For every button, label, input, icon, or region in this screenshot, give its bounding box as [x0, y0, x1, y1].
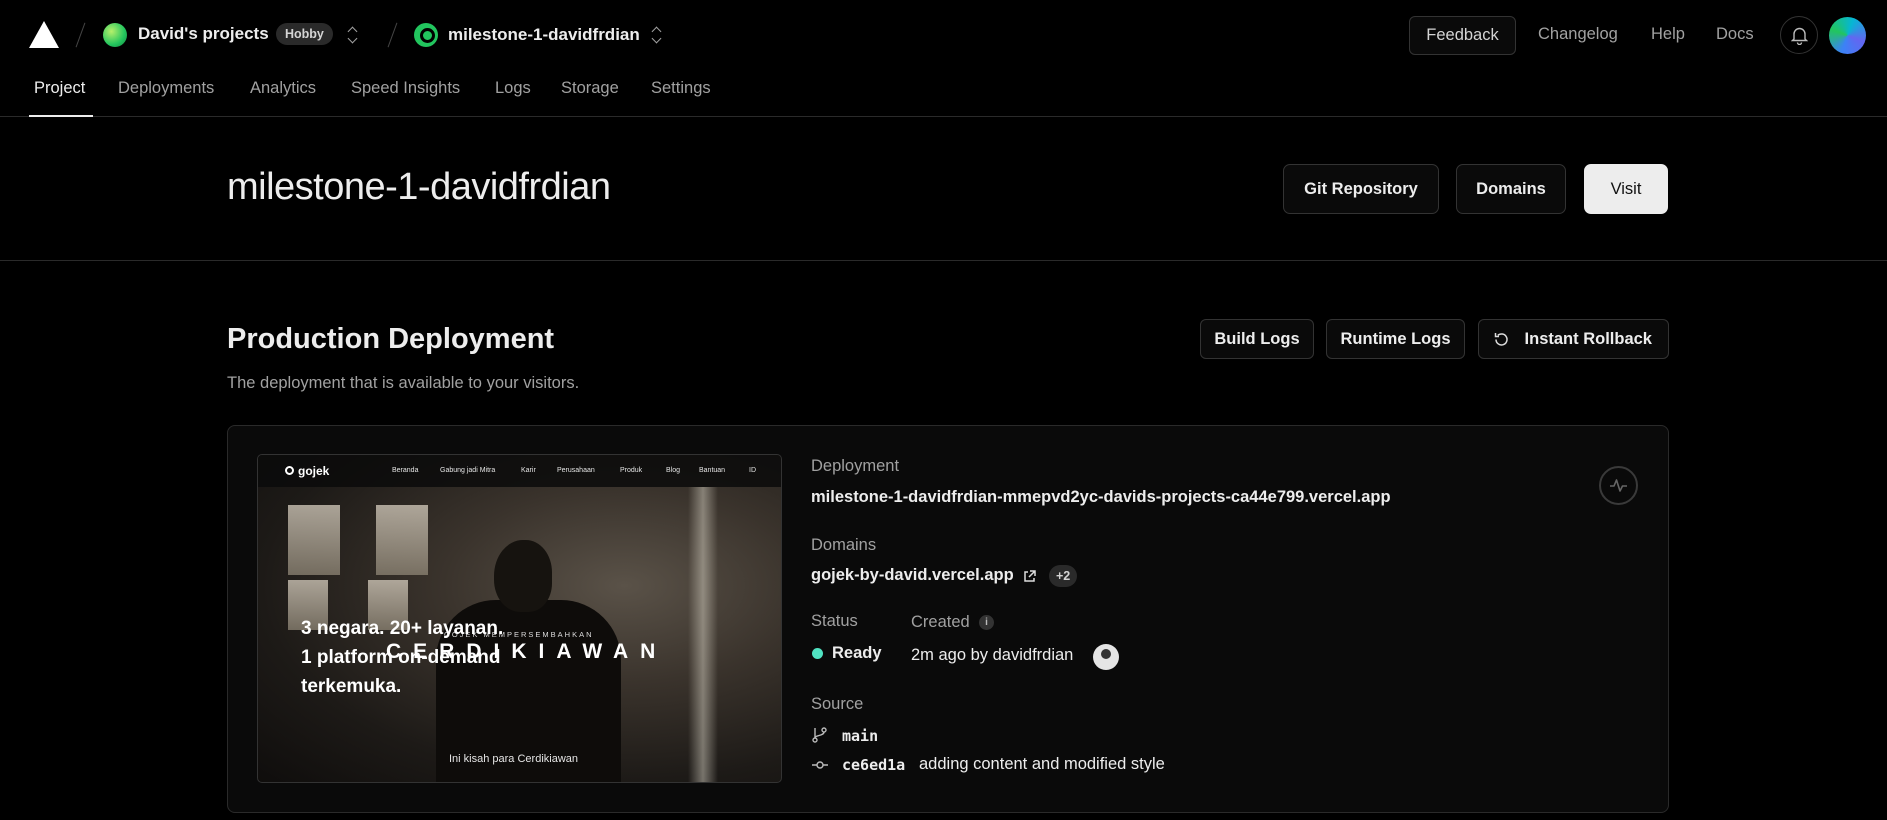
- team-switcher-icon[interactable]: [347, 25, 359, 45]
- instant-rollback-button[interactable]: Instant Rollback: [1478, 319, 1669, 359]
- top-navigation-bar: David's projects Hobby milestone-1-david…: [0, 0, 1887, 70]
- page-title: milestone-1-davidfrdian: [227, 166, 611, 208]
- preview-nav-link: Bantuan: [699, 467, 726, 474]
- gojek-logo-icon: [285, 466, 294, 475]
- runtime-logs-button[interactable]: Runtime Logs: [1326, 319, 1465, 359]
- activity-button[interactable]: [1599, 466, 1638, 505]
- tab-speed-insights[interactable]: Speed Insights: [351, 79, 460, 98]
- created-label: Created: [911, 613, 970, 631]
- tab-storage[interactable]: Storage: [561, 79, 619, 98]
- project-switcher-icon[interactable]: [651, 25, 663, 45]
- preview-headline: 3 negara. 20+ layanan. 1 platform on-dem…: [301, 618, 504, 697]
- section-divider: [0, 260, 1887, 261]
- preview-nav-link: ID: [749, 467, 756, 474]
- preview-person-figure: [494, 540, 552, 612]
- active-tab-indicator: [29, 115, 93, 117]
- team-avatar[interactable]: [103, 23, 127, 47]
- project-icon: [414, 23, 438, 47]
- tab-logs[interactable]: Logs: [495, 79, 531, 98]
- commit-hash-link[interactable]: ce6ed1a: [842, 756, 905, 774]
- info-icon[interactable]: i: [979, 615, 994, 630]
- created-value: 2m ago by davidfrdian: [911, 646, 1074, 664]
- external-link-icon[interactable]: [1022, 569, 1037, 584]
- team-name[interactable]: David's projects: [138, 24, 269, 44]
- build-logs-button[interactable]: Build Logs: [1200, 319, 1314, 359]
- status-label: Status: [811, 612, 858, 630]
- source-label: Source: [811, 695, 864, 713]
- bell-icon: [1791, 27, 1808, 45]
- branch-name-link[interactable]: main: [842, 727, 878, 745]
- deployment-label: Deployment: [811, 457, 900, 475]
- git-branch-icon: [812, 727, 827, 743]
- author-avatar[interactable]: [1093, 644, 1119, 670]
- domains-button[interactable]: Domains: [1456, 164, 1566, 214]
- preview-nav-link: Produk: [620, 467, 643, 474]
- activity-icon: [1610, 479, 1627, 492]
- project-name[interactable]: milestone-1-davidfrdian: [448, 25, 640, 45]
- git-commit-icon: [812, 761, 828, 769]
- preview-logo: gojek: [298, 464, 330, 478]
- help-link[interactable]: Help: [1651, 25, 1685, 44]
- primary-domain-link[interactable]: gojek-by-david.vercel.app: [811, 566, 1014, 585]
- preview-window: [376, 505, 428, 575]
- preview-light-beam: [688, 487, 718, 782]
- commit-message: adding content and modified style: [919, 755, 1165, 773]
- git-repository-button[interactable]: Git Repository: [1283, 164, 1439, 214]
- vercel-logo-icon[interactable]: [29, 21, 59, 48]
- preview-caption: Ini kisah para Cerdikiawan: [449, 753, 579, 765]
- section-title: Production Deployment: [227, 323, 555, 355]
- deployment-url-link[interactable]: milestone-1-davidfrdian-mmepvd2yc-davids…: [811, 488, 1391, 507]
- plan-badge: Hobby: [276, 23, 333, 45]
- visit-button[interactable]: Visit: [1584, 164, 1668, 214]
- section-subtitle: The deployment that is available to your…: [227, 374, 580, 392]
- tab-settings[interactable]: Settings: [651, 79, 711, 98]
- preview-window: [288, 505, 340, 575]
- deployment-preview-image[interactable]: gojek Beranda Gabung jadi Mitra Karir Pe…: [257, 454, 782, 783]
- preview-nav-link: Beranda: [392, 467, 419, 474]
- preview-nav-link: Karir: [521, 467, 536, 474]
- notifications-button[interactable]: [1780, 16, 1818, 54]
- preview-nav-link: Gabung jadi Mitra: [440, 467, 496, 474]
- instant-rollback-label: Instant Rollback: [1524, 330, 1652, 348]
- project-tabs: Project Deployments Analytics Speed Insi…: [0, 70, 1887, 117]
- domains-label: Domains: [811, 536, 877, 554]
- breadcrumb-separator: [75, 22, 86, 48]
- user-avatar[interactable]: [1829, 17, 1866, 54]
- tab-project[interactable]: Project: [34, 79, 85, 98]
- tab-analytics[interactable]: Analytics: [250, 79, 316, 98]
- rollback-icon: [1494, 333, 1508, 346]
- status-value: Ready: [832, 644, 882, 662]
- preview-site-nav: gojek Beranda Gabung jadi Mitra Karir Pe…: [258, 455, 781, 487]
- docs-link[interactable]: Docs: [1716, 25, 1754, 44]
- preview-nav-link: Blog: [666, 467, 681, 474]
- breadcrumb-separator: [387, 22, 398, 48]
- changelog-link[interactable]: Changelog: [1538, 25, 1618, 44]
- feedback-button[interactable]: Feedback: [1409, 16, 1516, 55]
- tab-deployments[interactable]: Deployments: [118, 79, 214, 98]
- preview-nav-link: Perusahaan: [557, 467, 595, 474]
- extra-domains-badge[interactable]: +2: [1049, 565, 1078, 587]
- status-indicator-dot: [812, 648, 823, 659]
